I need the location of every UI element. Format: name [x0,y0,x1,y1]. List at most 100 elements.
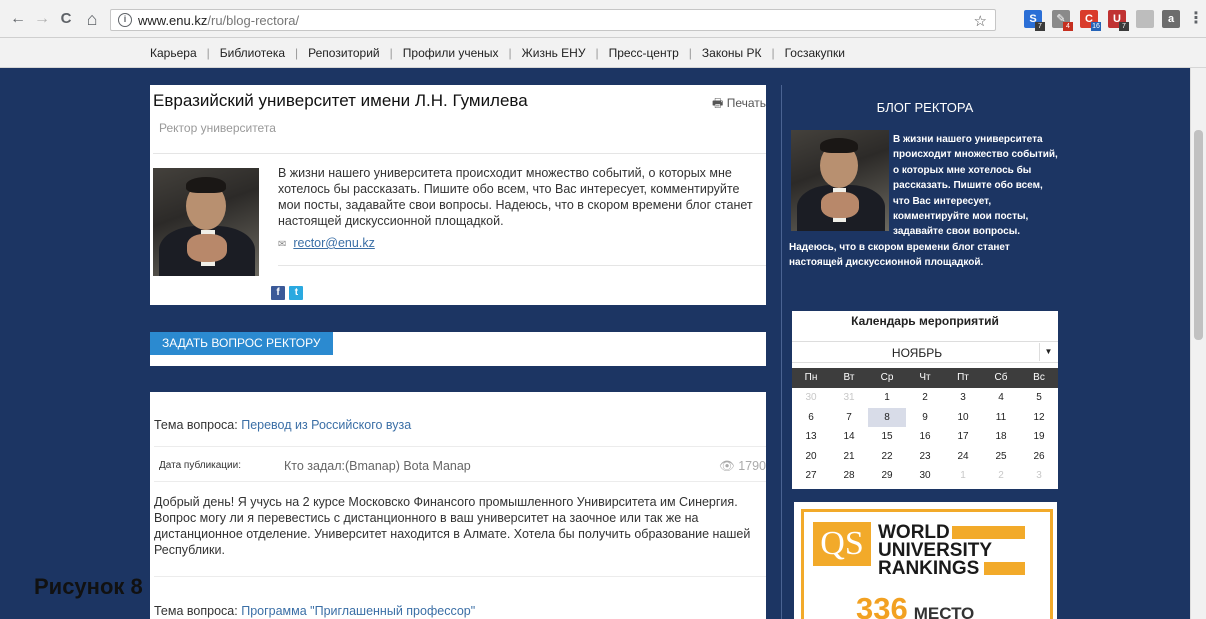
ext-pen-icon[interactable]: ✎ 4 [1052,10,1073,31]
calendar-day[interactable]: 3 [944,388,982,408]
ext-s-icon[interactable]: S7 [1024,10,1045,31]
scrollbar-thumb[interactable] [1194,130,1203,340]
calendar-day[interactable]: 2 [982,466,1020,486]
weekday-label: Пт [957,372,969,383]
calendar-day[interactable]: 2 [906,388,944,408]
ext-pdf-icon[interactable] [1136,10,1154,28]
calendar-day[interactable]: 10 [944,408,982,428]
calendar-day[interactable]: 24 [944,447,982,467]
calendar-day[interactable]: 25 [982,447,1020,467]
site-nav-link[interactable]: Библиотека [220,46,285,60]
calendar-day[interactable]: 1 [944,466,982,486]
rector-photo [153,168,259,276]
calendar-day[interactable]: 27 [792,466,830,486]
calendar-day[interactable]: 30 [906,466,944,486]
facebook-icon[interactable]: f [271,286,285,300]
ask-question-bar: ЗАДАТЬ ВОПРОС РЕКТОРУ [150,332,766,366]
calendar-day[interactable]: 26 [1020,447,1058,467]
dropdown-arrow-icon[interactable]: ▼ [1039,343,1057,361]
qs-bar [984,562,1025,575]
ext-g-icon[interactable]: C 16 [1080,10,1101,31]
ask-rector-button[interactable]: ЗАДАТЬ ВОПРОС РЕКТОРУ [150,332,333,355]
calendar-day[interactable]: 14 [830,427,868,447]
calendar-day[interactable]: 12 [1020,408,1058,428]
url-path: /ru/blog-rectora/ [207,13,300,28]
blog-title: БЛОГ РЕКТОРА [876,100,974,115]
calendar-day[interactable]: 22 [868,447,906,467]
browser-window: ← → C ⌂ i www.enu.kz/ru/blog-rectora/ ☆ … [0,0,1206,619]
question-body: Добрый день! Я учусь на 2 курсе Московск… [154,495,751,557]
site-nav-link[interactable]: Законы РК [702,46,762,60]
info-icon[interactable]: i [118,13,132,27]
calendar-day[interactable]: 28 [830,466,868,486]
site-nav-link[interactable]: Репозиторий [308,46,380,60]
nav-separator: | [688,46,692,60]
calendar-day[interactable]: 15 [868,427,906,447]
url-text[interactable]: www.enu.kz/ru/blog-rectora/ [138,13,299,28]
menu-dots-icon[interactable]: ⋮ [1188,11,1204,27]
calendar-day[interactable]: 9 [906,408,944,428]
calendar-day[interactable]: 18 [982,427,1020,447]
envelope-icon: ✉ [278,239,287,250]
column-divider [781,85,782,619]
extension-label: a [1167,13,1175,25]
page-subtitle: Ректор университета [159,121,276,135]
email-row: ✉ rector@enu.kz [278,236,375,250]
calendar-day[interactable]: 21 [830,447,868,467]
question-topic-link[interactable]: Перевод из Российского вуза [241,418,411,432]
calendar-day[interactable]: 31 [830,388,868,408]
site-nav-link[interactable]: Профили ученых [403,46,499,60]
calendar-day[interactable]: 7 [830,408,868,428]
weekday-label: Пн [804,372,818,383]
forward-arrow-icon[interactable]: → [34,11,50,27]
page-scrollbar[interactable] [1190,68,1206,619]
calendar-day[interactable]: 19 [1020,427,1058,447]
back-arrow-icon[interactable]: ← [10,11,26,27]
print-link[interactable]: 🖶 Печать [712,94,766,115]
browser-toolbar: ← → C ⌂ i www.enu.kz/ru/blog-rectora/ ☆ … [0,0,1206,38]
page-title: Евразийский университет имени Л.Н. Гумил… [153,91,528,110]
calendar-day-today[interactable]: 8 [868,407,906,427]
ext-shield-icon[interactable]: U7 [1108,10,1129,31]
home-icon[interactable]: ⌂ [84,10,100,28]
nav-separator: | [508,46,512,60]
question-topic-link[interactable]: Программа "Приглашенный профессор" [241,604,475,618]
email-link[interactable]: rector@enu.kz [293,236,374,250]
address-bar[interactable]: i www.enu.kz/ru/blog-rectora/ ☆ [110,9,996,31]
nav-separator: | [295,46,299,60]
twitter-icon[interactable]: t [289,286,304,300]
site-nav-link[interactable]: Пресс-центр [609,46,679,60]
site-nav-link[interactable]: Госзакупки [785,46,845,60]
site-nav-link[interactable]: Карьера [150,46,197,60]
rector-card: Евразийский университет имени Л.Н. Гумил… [150,85,766,305]
calendar-day[interactable]: 4 [982,388,1020,408]
calendar-day[interactable]: 11 [982,408,1020,428]
calendar-week-row: 30 31 1 2 3 4 5 [792,388,1058,408]
month-select[interactable]: НОЯБРЬ ▼ [792,341,1058,363]
photo-hands [187,234,227,262]
reload-icon[interactable]: C [58,11,74,27]
calendar-day[interactable]: 16 [906,427,944,447]
site-nav-link[interactable]: Жизнь ЕНУ [522,46,586,60]
qs-ranking-banner[interactable]: QS WORLD UNIVERSITY RANKINGS 336 МЕСТО [794,502,1057,619]
extension-badge: 7 [1035,22,1045,31]
calendar-day[interactable]: 17 [944,427,982,447]
calendar-day[interactable]: 30 [792,388,830,408]
calendar-day[interactable]: 3 [1020,466,1058,486]
topic-label: Тема вопроса: [154,604,238,618]
calendar-day[interactable]: 6 [792,408,830,428]
ext-bag-icon[interactable]: a [1162,10,1180,28]
calendar-day[interactable]: 29 [868,466,906,486]
weekday-label: Вс [1033,372,1045,383]
extension-badge: 16 [1091,22,1101,31]
calendar-day[interactable]: 23 [906,447,944,467]
calendar-week-row: 27 28 29 30 1 2 3 [792,466,1058,486]
qs-logo: QS [813,522,871,566]
bookmark-star-icon[interactable]: ☆ [974,12,987,30]
calendar-grid: 30 31 1 2 3 4 5 6 7 8 9 10 11 12 13 14 15 16 17 18 19 20 21 22 2… [792,388,1058,486]
calendar-day[interactable]: 20 [792,447,830,467]
calendar-day[interactable]: 5 [1020,388,1058,408]
calendar-day[interactable]: 1 [868,388,906,408]
calendar-day[interactable]: 13 [792,427,830,447]
eye-icon: 👁 [718,459,735,473]
